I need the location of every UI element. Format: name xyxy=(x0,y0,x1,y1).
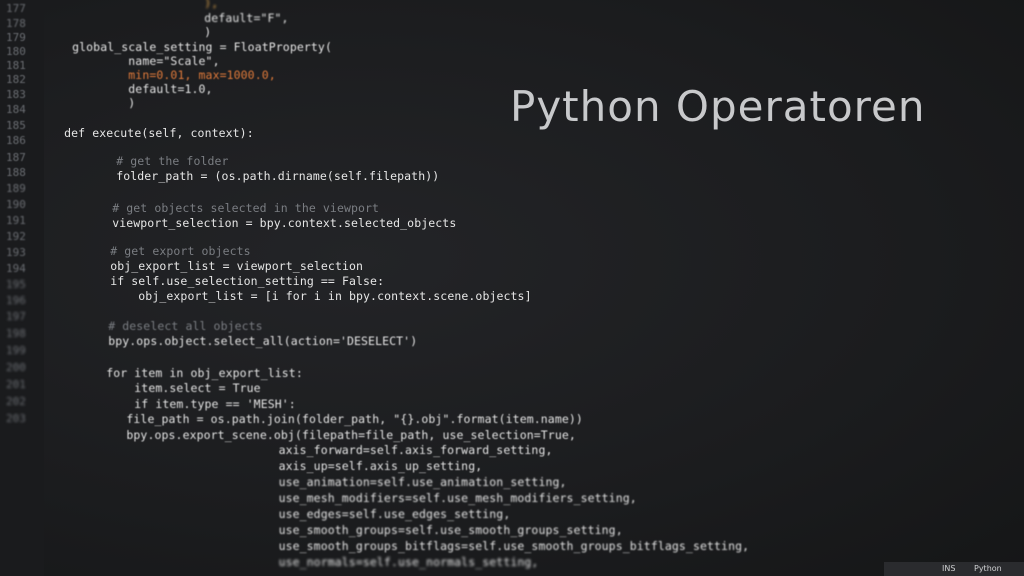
code-line: item.select = True xyxy=(50,381,261,395)
code-line: use_normals=self.use_normals_setting, xyxy=(110,555,539,569)
line-number: 195 xyxy=(6,278,26,291)
line-number: 192 xyxy=(6,230,26,243)
code-line: global_scale_setting = FloatProperty( xyxy=(44,40,332,54)
code-line: use_edges=self.use_edges_setting, xyxy=(110,507,511,521)
line-number: 201 xyxy=(6,378,26,391)
line-number: 187 xyxy=(6,151,26,164)
code-line: ) xyxy=(120,25,212,39)
code-line: viewport_selection = bpy.context.selecte… xyxy=(56,216,457,230)
status-bar: INS Python xyxy=(884,562,1024,576)
line-number: 182 xyxy=(6,73,26,86)
code-line: bpy.ops.object.select_all(action='DESELE… xyxy=(52,334,418,348)
code-line: for item in obj_export_list: xyxy=(50,366,303,380)
line-number: 178 xyxy=(6,17,26,30)
line-number: 189 xyxy=(6,182,26,195)
code-line: name="Scale", xyxy=(44,54,220,68)
code-line: folder_path = (os.path.dirname(self.file… xyxy=(60,169,440,183)
page-title: Python Operatoren xyxy=(510,82,926,131)
line-number: 200 xyxy=(6,361,26,374)
code-line: # get the folder xyxy=(60,154,229,168)
code-line: use_mesh_modifiers=self.use_mesh_modifie… xyxy=(110,491,637,505)
code-line: obj_export_list = viewport_selection xyxy=(54,259,364,273)
code-line: # get export objects xyxy=(54,244,251,258)
line-number: 183 xyxy=(6,88,26,101)
line-number: 181 xyxy=(6,59,26,72)
line-number: 193 xyxy=(6,246,26,259)
code-line: # deselect all objects xyxy=(52,319,263,333)
code-line: # get objects selected in the viewport xyxy=(56,201,380,215)
language-selector[interactable]: Python xyxy=(974,564,1002,573)
code-line: min=0.01, max=1000.0, xyxy=(44,68,276,82)
line-number: 185 xyxy=(6,119,26,132)
code-line: use_smooth_groups=self.use_smooth_groups… xyxy=(110,523,623,537)
line-number: 179 xyxy=(6,31,26,44)
code-line: use_animation=self.use_animation_setting… xyxy=(110,475,567,489)
code-line: if self.use_selection_setting == False: xyxy=(54,274,385,288)
code-line: file_path = os.path.join(folder_path, "{… xyxy=(14,412,583,426)
line-number: 190 xyxy=(6,198,26,211)
code-line: ) xyxy=(44,96,136,110)
line-number: 180 xyxy=(6,45,26,58)
line-number: 191 xyxy=(6,214,26,227)
line-number: 186 xyxy=(6,134,26,147)
line-number: 177 xyxy=(6,2,26,15)
code-line: axis_forward=self.axis_forward_setting, xyxy=(110,443,553,457)
line-number: 194 xyxy=(6,262,26,275)
line-number: 184 xyxy=(6,103,26,116)
line-number: 198 xyxy=(6,327,26,340)
code-line: default=1.0, xyxy=(44,82,213,96)
code-line: ), xyxy=(120,0,219,10)
line-number: 202 xyxy=(6,395,26,408)
code-line: use_smooth_groups_bitflags=self.use_smoo… xyxy=(110,539,750,553)
code-line: def execute(self, context): xyxy=(36,126,254,140)
code-line: obj_export_list = [i for i in bpy.contex… xyxy=(54,289,532,303)
line-number: 197 xyxy=(6,310,26,323)
code-line: if item.type == 'MESH': xyxy=(50,397,296,411)
line-number: 188 xyxy=(6,166,26,179)
code-editor[interactable]: 177 178 179 180 181 182 183 184 185 186 … xyxy=(0,0,1024,576)
code-line: axis_up=self.axis_up_setting, xyxy=(110,459,483,473)
insert-mode-indicator[interactable]: INS xyxy=(942,564,955,573)
code-line: bpy.ops.export_scene.obj(filepath=file_p… xyxy=(14,428,576,442)
line-number: 196 xyxy=(6,294,26,307)
code-line: default="F", xyxy=(120,11,289,25)
line-number: 199 xyxy=(6,344,26,357)
